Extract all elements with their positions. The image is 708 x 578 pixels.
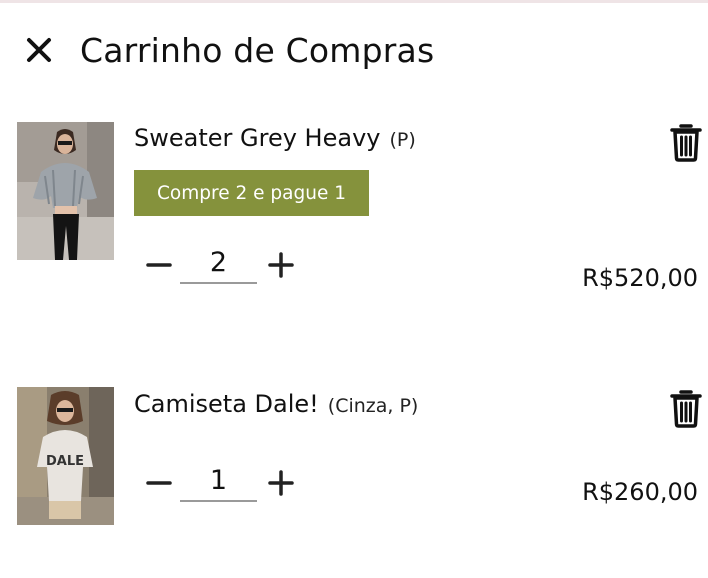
product-variant: (P) [389,129,416,151]
promo-badge: Compre 2 e pague 1 [134,170,369,216]
close-button[interactable] [22,33,56,67]
trash-icon [670,390,702,428]
product-title: Sweater Grey Heavy (P) [134,124,416,152]
product-photo: DALE [17,387,114,525]
decrease-quantity-button[interactable] [142,466,176,500]
product-name[interactable]: Camiseta Dale! [134,390,319,418]
trash-icon [670,124,702,162]
quantity-stepper [140,460,300,516]
quantity-stepper [140,242,300,298]
shirt-print: DALE [46,454,84,469]
plus-icon [268,252,294,278]
item-price: R$520,00 [582,264,698,292]
minus-icon [146,263,172,267]
product-image[interactable] [17,122,114,260]
remove-item-button[interactable] [670,388,702,428]
product-name[interactable]: Sweater Grey Heavy [134,124,380,152]
increase-quantity-button[interactable] [264,248,298,282]
item-price: R$260,00 [582,478,698,506]
increase-quantity-button[interactable] [264,466,298,500]
cart-header: Carrinho de Compras [22,28,434,72]
quantity-input[interactable] [180,460,257,502]
product-photo [17,122,114,260]
top-strip [0,0,708,3]
decrease-quantity-button[interactable] [142,248,176,282]
remove-item-button[interactable] [670,122,702,162]
page-title: Carrinho de Compras [80,30,435,70]
minus-icon [146,481,172,485]
plus-icon [268,470,294,496]
product-image[interactable]: DALE [17,387,114,525]
quantity-input[interactable] [180,242,257,284]
close-icon [27,38,51,62]
product-title: Camiseta Dale! (Cinza, P) [134,390,418,418]
product-variant: (Cinza, P) [327,395,419,417]
